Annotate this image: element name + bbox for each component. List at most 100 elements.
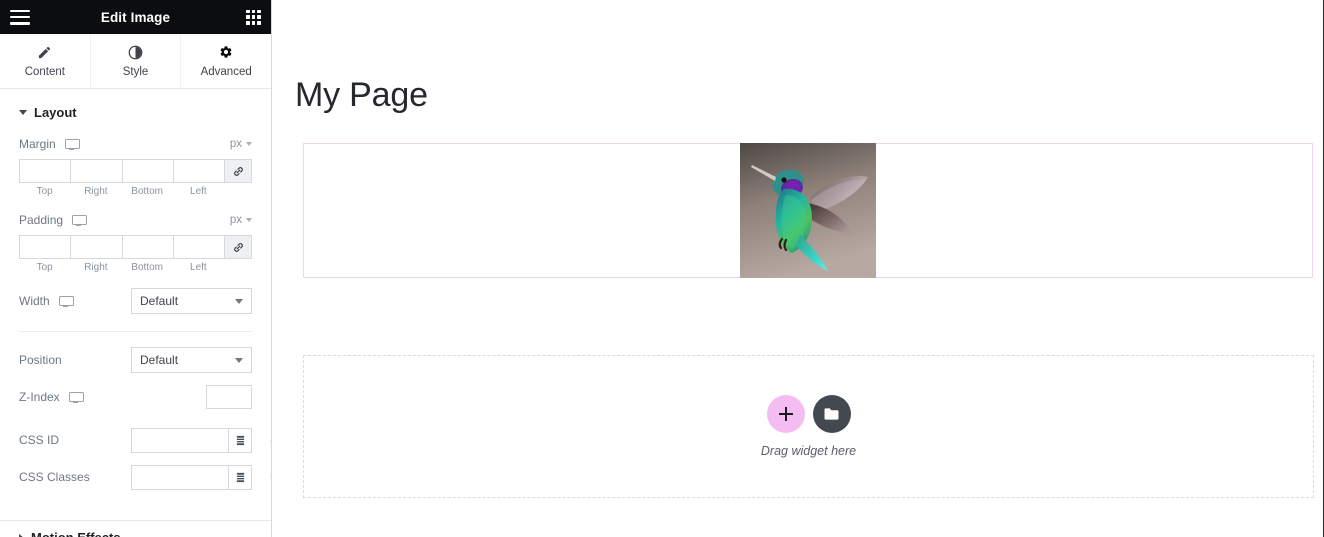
padding-top-input[interactable] <box>19 235 71 259</box>
pencil-icon <box>37 44 52 60</box>
margin-inputs-group <box>19 159 252 183</box>
chevron-down-icon <box>235 357 243 363</box>
margin-sub-top: Top <box>36 186 53 197</box>
caret-down-icon <box>19 110 27 115</box>
padding-unit-label: px <box>229 214 242 226</box>
zindex-input-wrap <box>206 385 252 409</box>
padding-label-line: Padding px <box>19 209 252 231</box>
chevron-down-icon <box>235 298 243 304</box>
margin-label-line: Margin px <box>19 133 252 155</box>
padding-left-input[interactable] <box>172 235 224 259</box>
padding-sub-labels: Top Right Bottom Left <box>19 262 252 273</box>
margin-right-input[interactable] <box>70 159 122 183</box>
gear-icon <box>219 44 233 60</box>
control-zindex: Z-Index <box>0 380 271 414</box>
margin-sub-right: Right <box>84 186 108 197</box>
css-classes-label: CSS Classes <box>19 470 90 484</box>
position-select[interactable]: Default <box>131 347 252 373</box>
tab-content[interactable]: Content <box>0 34 91 88</box>
grid-apps-icon[interactable] <box>246 9 261 25</box>
margin-unit-selector[interactable]: px <box>230 138 252 150</box>
padding-sub-spacer <box>224 262 252 273</box>
folder-icon <box>824 408 839 420</box>
width-select-value: Default <box>140 294 179 308</box>
panel-title: Edit Image <box>100 9 171 25</box>
padding-sub-bottom: Bottom <box>131 262 163 273</box>
width-label: Width <box>19 294 50 308</box>
control-position: Position Default <box>0 343 271 377</box>
control-css-id: CSS ID <box>0 423 271 457</box>
divider <box>19 331 252 332</box>
drop-zone-label: Drag widget here <box>760 444 857 458</box>
padding-sub-left: Left <box>190 262 207 273</box>
padding-sub-right: Right <box>84 262 108 273</box>
tab-advanced-label: Advanced <box>200 66 252 78</box>
margin-link-chain-icon[interactable] <box>224 159 252 183</box>
tab-content-label: Content <box>24 66 65 78</box>
css-id-input[interactable] <box>131 427 228 453</box>
zindex-input[interactable] <box>206 385 252 409</box>
section-header-layout[interactable]: Layout <box>0 89 271 133</box>
position-label: Position <box>19 353 62 367</box>
margin-sub-spacer <box>224 186 252 197</box>
panel-tabs: Content Style Advanced <box>0 34 271 89</box>
width-select[interactable]: Default <box>131 288 252 314</box>
margin-left-input[interactable] <box>172 159 224 183</box>
tab-advanced[interactable]: Advanced <box>181 34 271 88</box>
padding-inputs-group <box>19 235 252 259</box>
margin-sub-left: Left <box>190 186 207 197</box>
panel-tabs-wrapper: Content Style Advanced <box>0 34 271 89</box>
hamburger-menu-icon[interactable] <box>10 9 30 25</box>
panel-controls-scroll-area[interactable]: Layout Margin px Top Right Bottom Left P… <box>0 89 271 537</box>
zindex-label: Z-Index <box>19 390 60 404</box>
section-header-motion-effects[interactable]: Motion Effects <box>0 521 271 537</box>
page-preview-canvas[interactable]: My Page Drag widget here <box>272 0 1324 537</box>
chevron-down-icon <box>246 218 252 222</box>
css-classes-input[interactable] <box>131 464 228 490</box>
drop-zone-buttons <box>766 395 851 433</box>
css-id-label: CSS ID <box>19 433 60 447</box>
margin-bottom-input[interactable] <box>121 159 173 183</box>
chevron-down-icon <box>246 142 252 146</box>
tab-style[interactable]: Style <box>90 34 182 88</box>
contrast-half-circle-icon <box>128 44 143 60</box>
padding-bottom-input[interactable] <box>121 235 173 259</box>
image-widget-section[interactable] <box>303 143 1313 278</box>
hummingbird-image[interactable] <box>740 143 876 278</box>
section-title-motion-effects: Motion Effects <box>31 530 121 537</box>
css-id-field-wrap <box>131 427 252 453</box>
padding-right-input[interactable] <box>70 235 122 259</box>
control-padding: Padding px Top Right Bottom Left <box>0 209 271 273</box>
width-select-wrap: Default <box>131 288 252 314</box>
desktop-monitor-icon[interactable] <box>58 296 74 307</box>
padding-unit-selector[interactable]: px <box>230 214 252 226</box>
margin-sub-labels: Top Right Bottom Left <box>19 186 252 197</box>
dynamic-tags-icon[interactable] <box>228 464 252 490</box>
dynamic-tags-icon[interactable] <box>228 427 252 453</box>
hummingbird-image-svg <box>740 143 876 278</box>
padding-label: Padding <box>19 213 64 227</box>
add-template-button[interactable] <box>812 395 851 433</box>
padding-link-chain-icon[interactable] <box>224 235 252 259</box>
control-width: Width Default <box>0 284 271 318</box>
css-classes-field-wrap <box>131 464 252 490</box>
drop-zone-section[interactable]: Drag widget here <box>303 355 1314 498</box>
tab-style-label: Style <box>122 66 149 78</box>
add-widget-button[interactable] <box>766 395 805 433</box>
editor-panel: Edit Image Content Style Advanced Layout… <box>0 0 272 537</box>
control-css-classes: CSS Classes <box>0 460 271 494</box>
panel-header: Edit Image <box>0 0 271 34</box>
plus-icon <box>778 407 793 421</box>
control-margin: Margin px Top Right Bottom Left <box>0 133 271 197</box>
section-title-layout: Layout <box>34 105 77 120</box>
position-select-wrap: Default <box>131 347 252 373</box>
margin-unit-label: px <box>229 138 242 150</box>
margin-sub-bottom: Bottom <box>131 186 163 197</box>
desktop-monitor-icon[interactable] <box>64 139 80 150</box>
elementor-editor-root: Edit Image Content Style Advanced Layout… <box>0 0 1324 537</box>
margin-top-input[interactable] <box>19 159 71 183</box>
desktop-monitor-icon[interactable] <box>68 392 84 403</box>
desktop-monitor-icon[interactable] <box>72 215 88 226</box>
caret-right-icon <box>19 533 24 537</box>
padding-sub-top: Top <box>36 262 53 273</box>
